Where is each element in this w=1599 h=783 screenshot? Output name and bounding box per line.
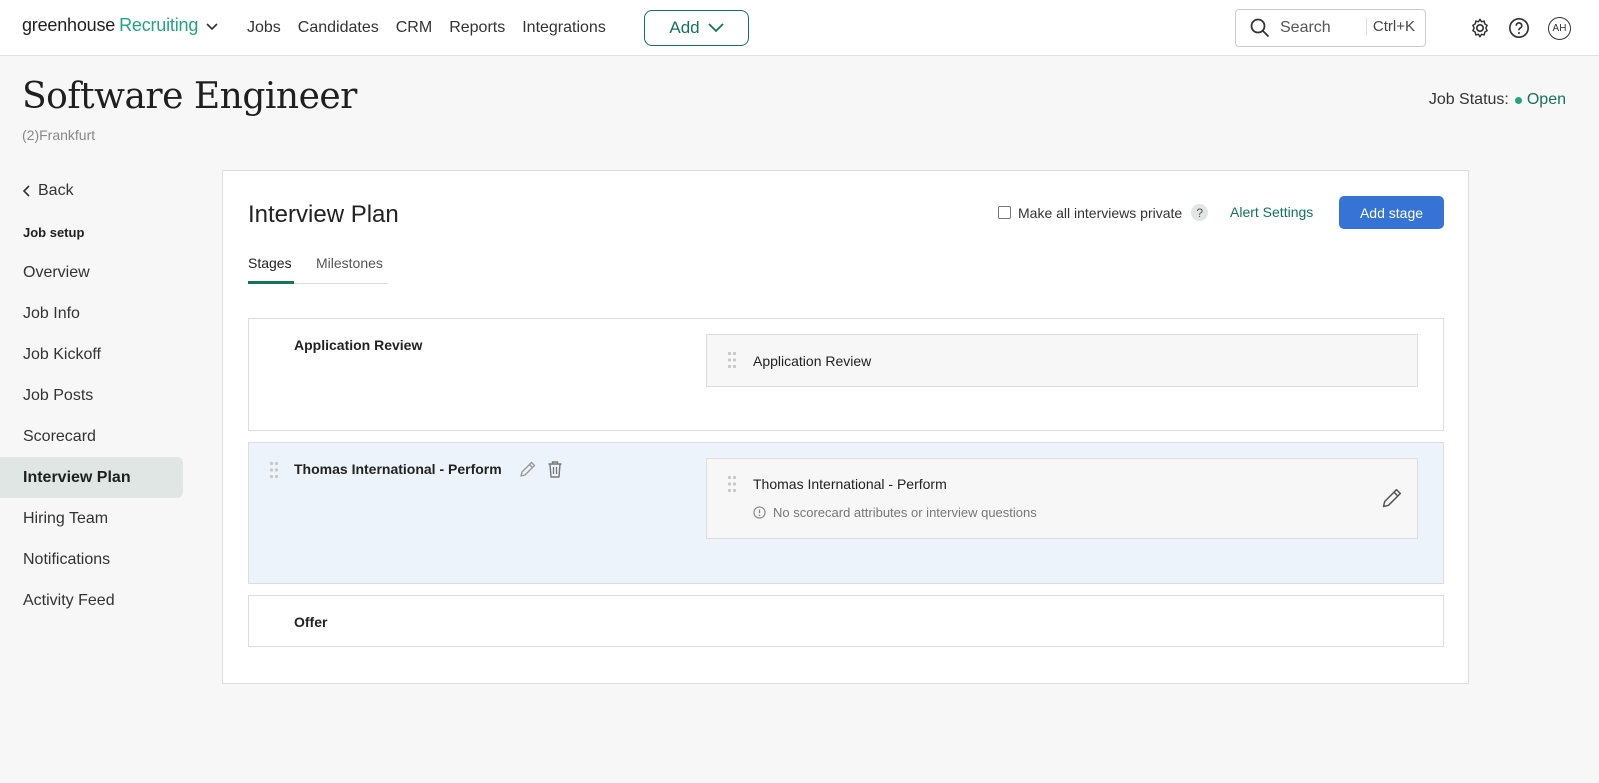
nav-link-reports[interactable]: Reports [449, 19, 505, 37]
status-badge[interactable]: Open [1527, 91, 1566, 109]
search-input[interactable]: Search Ctrl+K [1235, 9, 1426, 47]
logo-text: greenhouse [22, 15, 116, 35]
chevron-left-icon [22, 185, 30, 197]
alert-settings-link[interactable]: Alert Settings [1230, 204, 1313, 220]
help-icon[interactable]: ? [1191, 204, 1209, 221]
back-link[interactable]: Back [22, 182, 74, 200]
add-stage-button[interactable]: Add stage [1339, 196, 1444, 229]
sidebar: Overview Job Info Job Kickoff Job Posts … [0, 252, 183, 621]
gear-icon[interactable] [1469, 17, 1491, 39]
private-interviews-checkbox[interactable] [998, 206, 1011, 219]
sidebar-item-job-info[interactable]: Job Info [0, 293, 183, 334]
back-label: Back [38, 182, 74, 199]
info-icon [753, 506, 766, 519]
sidebar-item-job-kickoff[interactable]: Job Kickoff [0, 334, 183, 375]
interview-warning: No scorecard attributes or interview que… [753, 505, 1037, 520]
tab-milestones[interactable]: Milestones [316, 255, 383, 271]
sidebar-item-activity-feed[interactable]: Activity Feed [0, 580, 183, 621]
add-button-label: Add [669, 18, 700, 37]
sidebar-item-notifications[interactable]: Notifications [0, 539, 183, 580]
job-status-label: Job Status: [1428, 91, 1509, 108]
page-title: Software Engineer [22, 76, 357, 117]
interview-warning-text: No scorecard attributes or interview que… [773, 505, 1037, 520]
nav-link-jobs[interactable]: Jobs [247, 19, 281, 37]
add-button[interactable]: Add [644, 10, 749, 46]
interview-item[interactable]: Application Review [706, 334, 1418, 387]
pencil-icon[interactable] [1381, 487, 1403, 509]
tab-bar: Stages Milestones [248, 255, 388, 284]
chevron-down-icon [206, 22, 218, 30]
sidebar-item-hiring-team[interactable]: Hiring Team [0, 498, 183, 539]
stage-name: Application Review [294, 337, 423, 353]
private-interviews-label[interactable]: Make all interviews private [1018, 205, 1182, 221]
drag-handle-icon[interactable] [269, 461, 279, 479]
sidebar-item-job-posts[interactable]: Job Posts [0, 375, 183, 416]
avatar[interactable]: AH [1548, 17, 1571, 40]
nav-link-crm[interactable]: CRM [396, 19, 432, 37]
sidebar-heading: Job setup [23, 225, 85, 240]
stage-actions [519, 460, 563, 478]
interview-item[interactable]: Thomas International - Perform No scorec… [706, 458, 1418, 539]
logo-product: Recruiting [119, 15, 199, 35]
stage-row: Thomas International - Perform Thomas In… [248, 442, 1444, 584]
nav-link-integrations[interactable]: Integrations [522, 19, 606, 37]
search-icon [1250, 18, 1270, 38]
main-nav: Jobs Candidates CRM Reports Integrations [247, 19, 623, 37]
product-switcher[interactable]: greenhouse Recruiting [22, 15, 218, 36]
interview-name: Application Review [753, 353, 872, 369]
search-placeholder: Search [1280, 19, 1331, 36]
search-shortcut: Ctrl+K [1365, 18, 1415, 35]
stage-name: Thomas International - Perform [294, 461, 502, 477]
top-nav: greenhouse Recruiting Jobs Candidates CR… [0, 0, 1599, 56]
interview-plan-card: Interview Plan Make all interviews priva… [222, 170, 1469, 684]
job-status: Job Status: Open [1429, 91, 1566, 109]
status-dot [1514, 96, 1522, 104]
stage-row: Offer [248, 595, 1444, 647]
trash-icon[interactable] [547, 460, 563, 478]
sidebar-item-overview[interactable]: Overview [0, 252, 183, 293]
stage-row: Application Review Application Review [248, 318, 1444, 431]
drag-handle-icon[interactable] [727, 475, 737, 493]
job-location: (2)Frankfurt [22, 127, 96, 143]
private-interviews-control: Make all interviews private ? [998, 204, 1209, 221]
section-title: Interview Plan [248, 201, 399, 228]
tab-stages[interactable]: Stages [248, 255, 294, 284]
sidebar-item-scorecard[interactable]: Scorecard [0, 416, 183, 457]
pencil-icon[interactable] [519, 460, 537, 478]
nav-link-candidates[interactable]: Candidates [298, 19, 379, 37]
chevron-down-icon [707, 23, 724, 33]
drag-handle-icon[interactable] [727, 351, 737, 369]
sidebar-item-interview-plan[interactable]: Interview Plan [0, 457, 183, 498]
interview-name: Thomas International - Perform [753, 476, 947, 492]
stage-name: Offer [294, 614, 328, 630]
help-icon[interactable] [1508, 17, 1530, 39]
